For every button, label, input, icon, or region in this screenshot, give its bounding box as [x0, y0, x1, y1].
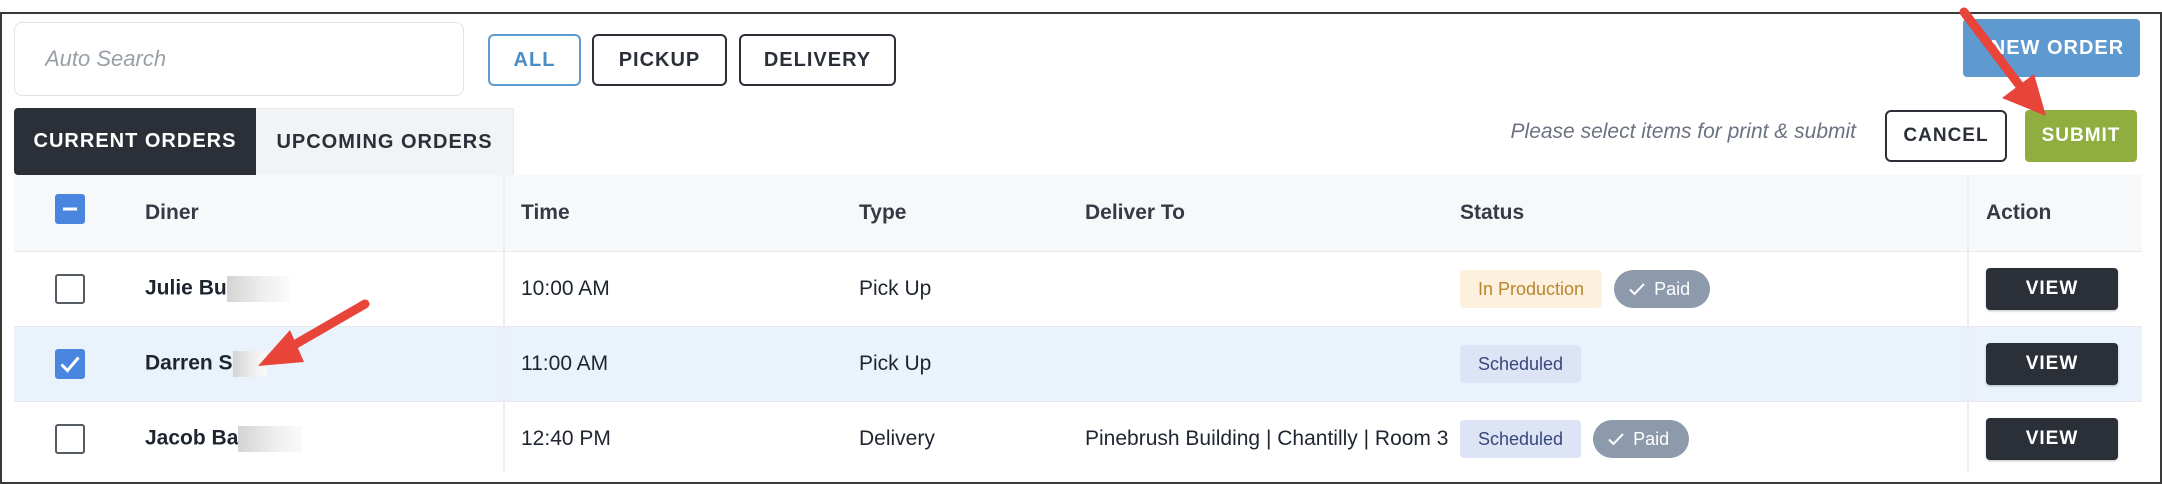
diner-cell: Darren S	[145, 351, 267, 377]
new-order-button[interactable]: NEW ORDER	[1963, 19, 2140, 77]
submit-button[interactable]: SUBMIT	[2025, 110, 2137, 162]
row-checkbox[interactable]	[55, 349, 85, 379]
diner-cell: Julie Bu	[145, 276, 289, 302]
row-checkbox[interactable]	[55, 274, 85, 304]
deliver-to-cell: Pinebrush Building | Chantilly | Room 3	[1085, 427, 1449, 450]
time-cell: 12:40 PM	[521, 427, 611, 450]
diner-name: Darren S	[145, 351, 233, 375]
view-button[interactable]: VIEW	[1986, 268, 2118, 310]
check-icon	[1629, 283, 1645, 296]
row-checkbox[interactable]	[55, 424, 85, 454]
paid-badge: Paid	[1614, 270, 1711, 308]
table-row: Julie Bu 10:00 AM Pick Up In Production …	[14, 251, 2142, 326]
column-header-type: Type	[859, 201, 907, 224]
type-cell: Pick Up	[859, 352, 932, 375]
minus-icon	[63, 207, 77, 211]
status-cell: Scheduled Paid	[1460, 420, 1690, 458]
column-divider	[1967, 175, 1969, 472]
paid-badge: Paid	[1593, 420, 1690, 458]
redacted-surname	[226, 276, 289, 302]
action-cell: VIEW	[1986, 268, 2118, 310]
time-cell: 11:00 AM	[521, 352, 609, 375]
column-header-deliver-to: Deliver To	[1085, 201, 1185, 224]
view-button[interactable]: VIEW	[1986, 418, 2118, 460]
selection-hint: Please select items for print & submit	[1510, 120, 1856, 143]
column-header-status: Status	[1460, 201, 1525, 224]
search-box[interactable]	[14, 22, 464, 96]
redacted-surname	[238, 426, 303, 452]
diner-name: Julie Bu	[145, 276, 227, 300]
column-header-action: Action	[1986, 201, 2052, 224]
column-divider	[503, 175, 505, 472]
select-all-checkbox[interactable]	[55, 194, 85, 224]
status-cell: In Production Paid	[1460, 270, 1711, 308]
status-badge: In Production	[1460, 270, 1603, 308]
status-cell: Scheduled	[1460, 345, 1582, 383]
redacted-surname	[232, 351, 267, 377]
check-icon	[60, 356, 80, 373]
table-row: Darren S 11:00 AM Pick Up Scheduled VIEW	[14, 326, 2142, 401]
table-row: Jacob Ba 12:40 PM Delivery Pinebrush Bui…	[14, 401, 2142, 476]
view-button[interactable]: VIEW	[1986, 343, 2118, 385]
table-header-row: Diner Time Type Deliver To Status Action	[14, 175, 2142, 251]
diner-name: Jacob Ba	[145, 426, 239, 450]
action-cell: VIEW	[1986, 418, 2118, 460]
column-header-time: Time	[521, 201, 570, 224]
diner-cell: Jacob Ba	[145, 426, 303, 452]
status-badge: Scheduled	[1460, 420, 1582, 458]
filter-pickup-button[interactable]: PICKUP	[592, 34, 727, 86]
cancel-button[interactable]: CANCEL	[1885, 110, 2007, 162]
search-input[interactable]	[15, 23, 463, 95]
paid-label: Paid	[1654, 278, 1691, 299]
order-tabs: CURRENT ORDERS UPCOMING ORDERS	[14, 108, 514, 175]
paid-label: Paid	[1633, 428, 1670, 449]
filter-delivery-button[interactable]: DELIVERY	[739, 34, 896, 86]
orders-table: Diner Time Type Deliver To Status Action…	[14, 175, 2142, 476]
column-header-diner: Diner	[145, 201, 199, 224]
time-cell: 10:00 AM	[521, 277, 610, 300]
filter-all-button[interactable]: ALL	[488, 34, 581, 86]
action-cell: VIEW	[1986, 343, 2118, 385]
tab-upcoming-orders[interactable]: UPCOMING ORDERS	[256, 108, 514, 175]
tab-current-orders[interactable]: CURRENT ORDERS	[14, 108, 256, 175]
status-badge: Scheduled	[1460, 345, 1582, 383]
type-cell: Delivery	[859, 427, 935, 450]
check-icon	[1608, 433, 1624, 446]
type-cell: Pick Up	[859, 277, 932, 300]
